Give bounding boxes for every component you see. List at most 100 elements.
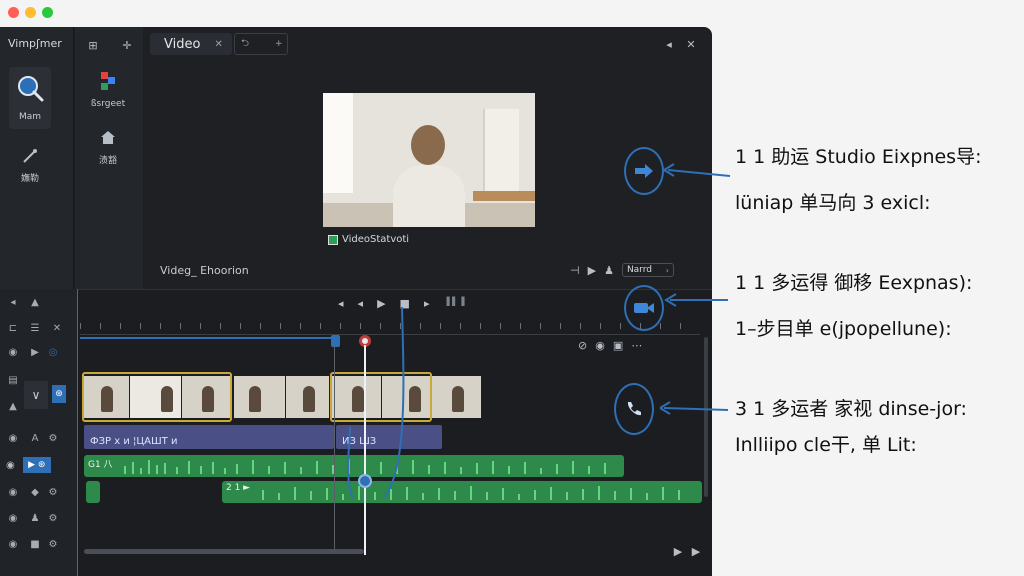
track-audio4-gear-icon[interactable]: ⚙	[46, 537, 60, 551]
track-audio4-stop-icon[interactable]: ■	[28, 537, 42, 551]
more-icon[interactable]: ⋯	[631, 339, 642, 352]
track-video-expand[interactable]: ∨	[24, 381, 48, 409]
app-title: Vimpʃmer	[8, 37, 62, 50]
selected-clip-group[interactable]	[82, 372, 232, 422]
sidebar-item-label: Mam	[18, 112, 42, 122]
track-row1-close-icon[interactable]: ✕	[50, 321, 64, 335]
annotation-marker-1	[624, 147, 664, 195]
track-collapse-icon[interactable]: ◂	[6, 295, 20, 309]
track-audio2-shape-icon[interactable]: ◆	[28, 485, 42, 499]
track-audio3-gear-icon[interactable]: ⚙	[46, 511, 60, 525]
track-row2-play-icon[interactable]: ▶	[28, 345, 42, 359]
ruler-label: ▐ ▌▐	[443, 297, 465, 306]
preview-window	[323, 93, 353, 193]
track-row2-eye-icon[interactable]: ◉	[6, 345, 20, 359]
annotation-marker-3	[614, 383, 654, 435]
volume-icon[interactable]: ◂	[662, 37, 676, 51]
track-video-icon[interactable]: ▤	[6, 373, 20, 387]
track-title-eye-icon[interactable]: ◉	[6, 431, 20, 445]
close-panel-icon[interactable]: ✕	[684, 37, 698, 51]
title-clip-label: ФЗР х и ¦ЦАШТ и	[90, 436, 178, 447]
tab-label: Video	[164, 36, 201, 52]
timeline-scrollbar[interactable]	[84, 549, 364, 554]
annotation-1-line2: lüniap 单马向 3 exicl:	[735, 192, 931, 214]
lock-icon[interactable]: ▣	[613, 339, 623, 352]
media-badge-icon	[328, 234, 338, 245]
phone-icon	[627, 402, 641, 416]
sidebar-item-effects[interactable]: 嫵勒	[9, 145, 51, 189]
track-tools: ⊘ ◉ ▣ ⋯	[578, 339, 642, 352]
preview-subtitle: Videg_ Ehoorion	[160, 264, 249, 277]
close-icon[interactable]: ✕	[214, 39, 222, 50]
annotation-2-line1: 1 1 多运得 御移 Eexpnas):	[735, 272, 973, 294]
play-preview-icon[interactable]: ▶	[588, 264, 596, 277]
search-icon	[15, 73, 45, 103]
speaker-icon[interactable]: ⊣	[570, 264, 580, 277]
annotation-2-line2: 1–步目单 e(jpopellune):	[735, 318, 952, 340]
library-item-label: ßsrgeet	[90, 99, 126, 109]
track-row2-target-icon[interactable]: ◎	[46, 345, 60, 359]
grid-icon[interactable]: ⊞	[85, 37, 101, 53]
video-clip[interactable]	[432, 376, 482, 418]
track-audio1-controls: ◉ ▶ ⊛	[6, 457, 51, 473]
video-clip[interactable]	[234, 376, 286, 418]
extra-tab-icon: ⮌	[241, 37, 250, 49]
track-audio2-gear-icon[interactable]: ⚙	[46, 485, 60, 499]
playhead-handle[interactable]	[358, 474, 372, 488]
library-item-home[interactable]: 渍豁	[83, 127, 133, 171]
add-tab-icon[interactable]: +	[275, 39, 283, 49]
track-audio4-eye-icon[interactable]: ◉	[6, 537, 20, 551]
track-video-sync-icon[interactable]: ⊛	[52, 385, 66, 403]
annotation-arrows	[660, 163, 731, 415]
scroll-end-icon[interactable]: ▶	[690, 545, 702, 558]
video-clip[interactable]	[286, 376, 330, 418]
preview-controls: ⊣ ▶ ♟ Narrd ›	[570, 263, 674, 277]
plus-icon[interactable]: ✛	[119, 37, 135, 53]
audio1-play-icon[interactable]: ▶ ⊛	[22, 457, 51, 473]
library-item-templates[interactable]: ßsrgeet	[83, 71, 133, 115]
annotation-3-line1: 3 1 多运者 家视 dinse-jor:	[735, 398, 967, 420]
preview-person-body	[393, 165, 465, 227]
window-controls	[8, 7, 53, 18]
audio-clip-label: G1 八	[88, 460, 113, 470]
wand-icon	[21, 147, 39, 165]
annotation-marker-2	[624, 285, 664, 331]
audio-clip[interactable]: 2 1 ►	[222, 481, 702, 503]
person-icon[interactable]: ♟	[604, 264, 614, 277]
preview-canvas[interactable]	[323, 93, 535, 227]
tab-video[interactable]: Video ✕	[150, 33, 232, 55]
work-area-bar[interactable]	[80, 337, 338, 339]
library-panel: ⊞ ✛ ßsrgeet 渍豁	[75, 27, 143, 289]
track-title-text-icon[interactable]: A	[28, 431, 42, 445]
track-title-settings-icon[interactable]: ⚙	[46, 431, 60, 445]
track-audio3-person-icon[interactable]: ♟	[28, 511, 42, 525]
track-audio2-eye-icon[interactable]: ◉	[6, 485, 20, 499]
link-icon[interactable]: ⊘	[578, 339, 587, 352]
preview-caption-row: VideoStatvoti	[328, 234, 409, 245]
annotation-3-line2: Inlliipo cle干, 单 Lit:	[735, 434, 917, 456]
sidebar-item-label: 嫵勒	[20, 174, 39, 184]
preview-desk	[473, 191, 535, 201]
scroll-right-icon[interactable]: ▶	[672, 545, 684, 558]
arrow-right-icon	[635, 164, 653, 178]
track-audio3-eye-icon[interactable]: ◉	[6, 511, 20, 525]
audio1-eye-icon[interactable]: ◉	[6, 457, 15, 473]
maximize-window-button[interactable]	[42, 7, 53, 18]
eye-icon[interactable]: ◉	[595, 339, 605, 352]
title-clip[interactable]: ФЗР х и ¦ЦАШТ и	[84, 425, 334, 449]
minimize-window-button[interactable]	[25, 7, 36, 18]
track-lock-icon[interactable]: ▲	[28, 295, 42, 309]
audio-clip-label: 2 1 ►	[226, 483, 251, 493]
video-camera-icon	[634, 303, 654, 313]
track-row1-menu-icon[interactable]: ☰	[28, 321, 42, 335]
sidebar: Vimpʃmer Mam 嫵勒	[0, 27, 74, 289]
track-row1-icon[interactable]: ⊏	[6, 321, 20, 335]
sidebar-item-media[interactable]: Mam	[9, 67, 51, 129]
annotation-1-line1: 1 1 助运 Studio Eixpnes导:	[735, 146, 982, 168]
audio-clip[interactable]	[86, 481, 100, 503]
apps-icon	[99, 71, 117, 93]
step-forward-icon[interactable]: ▸	[424, 297, 430, 310]
close-window-button[interactable]	[8, 7, 19, 18]
track-video-audio-icon[interactable]: ▲	[6, 399, 20, 413]
tab-extra[interactable]: ⮌ +	[234, 33, 288, 55]
